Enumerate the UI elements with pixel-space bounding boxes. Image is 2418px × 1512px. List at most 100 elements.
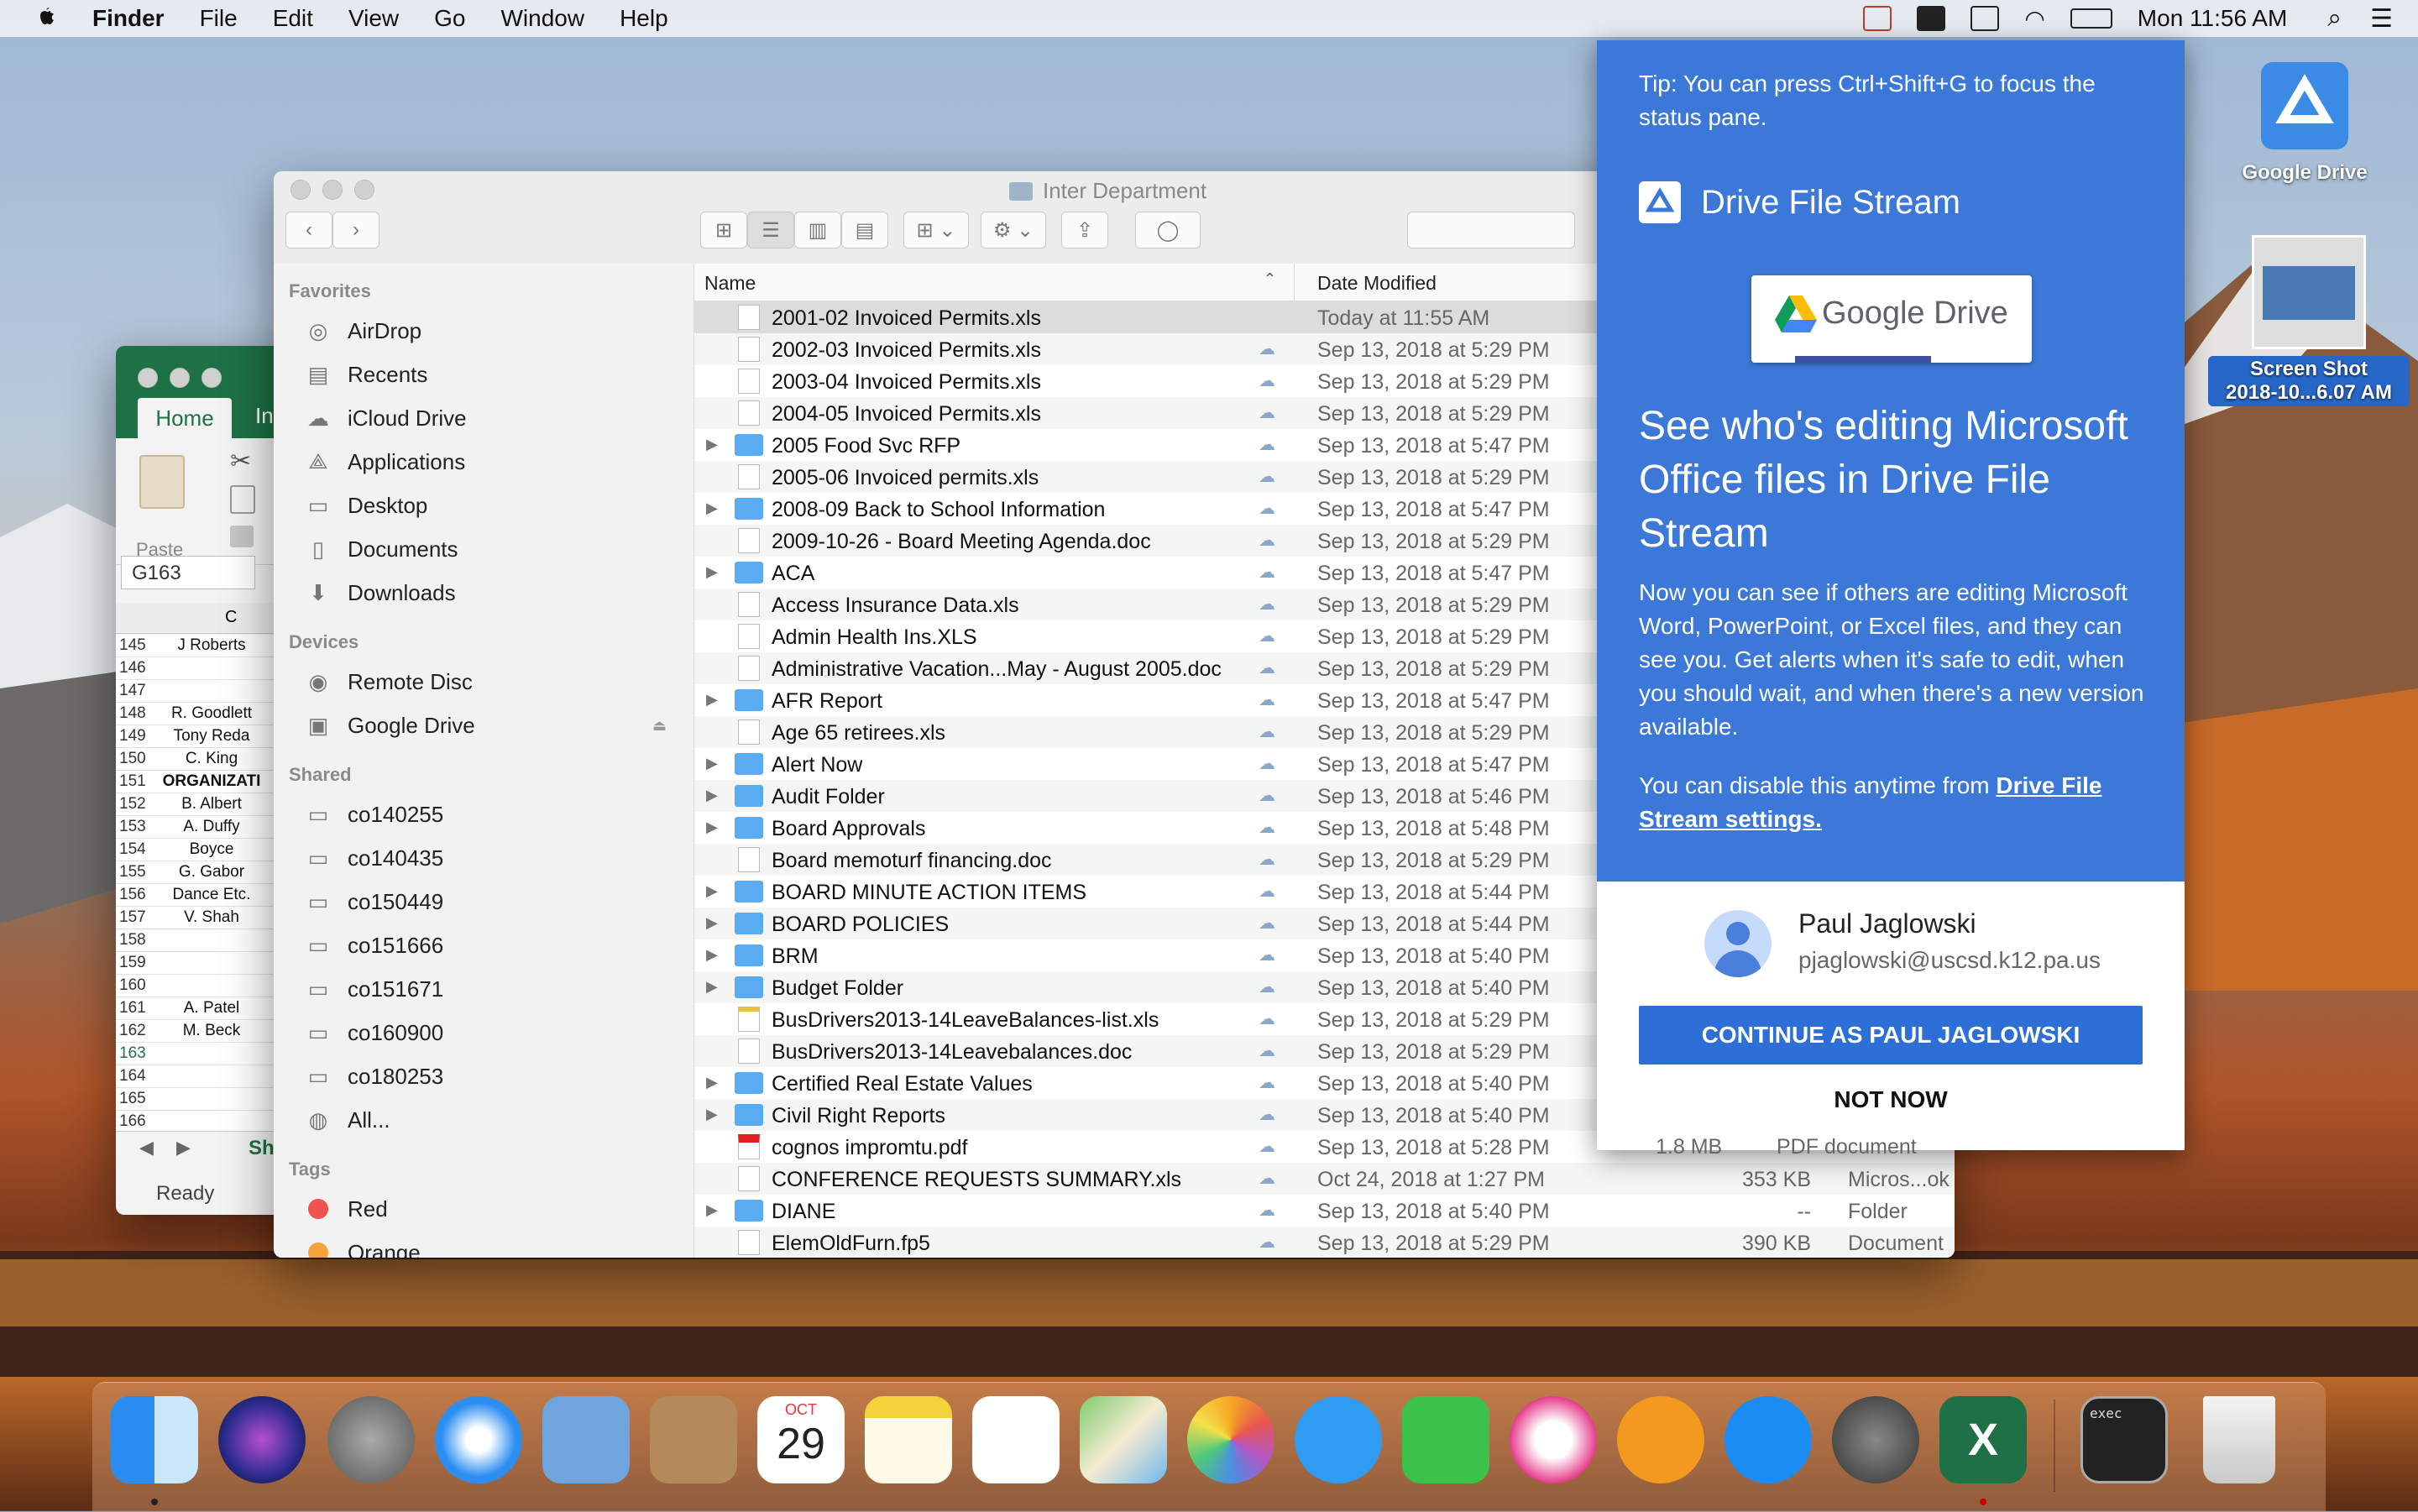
menu-help[interactable]: Help — [620, 5, 668, 32]
zoom-button[interactable] — [354, 180, 374, 200]
row-number[interactable]: 145 — [119, 636, 153, 655]
sheet-prev-icon[interactable]: ◀ — [139, 1137, 154, 1159]
sidebar-item-google-drive[interactable]: ▣ Google Drive ⏏ — [274, 704, 693, 747]
row-number[interactable]: 150 — [119, 750, 153, 768]
cell-value[interactable]: C. King — [153, 750, 270, 768]
tab-home[interactable]: Home — [138, 398, 232, 438]
ibooks-icon[interactable] — [1617, 1396, 1704, 1483]
file-row[interactable]: ElemOldFurn.fp5 ☁ Sep 13, 2018 at 5:29 PM 3… — [694, 1227, 1955, 1258]
row-number[interactable]: 159 — [119, 954, 153, 972]
notification-center-icon[interactable]: ☰ — [2370, 4, 2393, 34]
row-number[interactable]: 160 — [119, 976, 153, 995]
trash-icon[interactable] — [2203, 1396, 2275, 1483]
row-number[interactable]: 162 — [119, 1022, 153, 1040]
sidebar-item-co140255[interactable]: ▭ co140255 — [274, 793, 693, 836]
row-number[interactable]: 154 — [119, 840, 153, 859]
share-button[interactable]: ⇪ — [1061, 212, 1108, 249]
sidebar-item-co151666[interactable]: ▭ co151666 — [274, 923, 693, 967]
row-number[interactable]: 148 — [119, 704, 153, 723]
system-preferences-icon[interactable] — [1832, 1396, 1919, 1483]
row-number[interactable]: 158 — [119, 931, 153, 950]
calendar-icon[interactable]: OCT 29 — [757, 1396, 845, 1483]
sheet-next-icon[interactable]: ▶ — [176, 1137, 191, 1159]
row-number[interactable]: 146 — [119, 659, 153, 678]
date-column-header[interactable]: Date Modified — [1317, 272, 1437, 295]
photos-icon[interactable] — [1187, 1396, 1274, 1483]
apple-menu-icon[interactable] — [34, 6, 59, 31]
airplay-icon[interactable] — [1971, 6, 2000, 31]
launchpad-icon[interactable] — [327, 1396, 415, 1483]
row-number[interactable]: 166 — [119, 1112, 153, 1131]
action-gear-button[interactable]: ⚙ ⌄ — [981, 212, 1046, 249]
maps-icon[interactable] — [1080, 1396, 1167, 1483]
continue-button[interactable]: CONTINUE AS PAUL JAGLOWSKI — [1639, 1006, 2143, 1065]
not-now-button[interactable]: NOT NOW — [1639, 1086, 2143, 1113]
close-button[interactable] — [138, 368, 158, 388]
excel-icon[interactable]: X — [1939, 1396, 2027, 1483]
eject-icon[interactable]: ⏏ — [652, 717, 667, 735]
sidebar-item-desktop[interactable]: ▭ Desktop — [274, 484, 693, 527]
cell-value[interactable]: A. Duffy — [153, 818, 270, 836]
menu-edit[interactable]: Edit — [273, 5, 313, 32]
sidebar-item-all[interactable]: ◍ All... — [274, 1098, 693, 1142]
mail-icon[interactable] — [542, 1396, 630, 1483]
menu-clock[interactable]: Mon 11:56 AM — [2138, 5, 2287, 32]
menu-app-name[interactable]: Finder — [92, 5, 165, 32]
siri-icon[interactable] — [218, 1396, 306, 1483]
menu-go[interactable]: Go — [434, 5, 465, 32]
wifi-icon[interactable]: ◠ — [2024, 5, 2044, 33]
format-painter-icon[interactable] — [230, 526, 254, 547]
copy-icon[interactable] — [230, 485, 255, 514]
sidebar-item-airdrop[interactable]: ◎ AirDrop — [274, 309, 693, 353]
sheet-tab[interactable]: Sh — [249, 1137, 275, 1160]
cell-value[interactable]: M. Beck — [153, 1022, 270, 1040]
forward-button[interactable]: › — [332, 212, 379, 249]
disclosure-triangle-icon[interactable]: ▶ — [706, 946, 718, 964]
sidebar-item-recents[interactable]: ▤ Recents — [274, 353, 693, 396]
safari-icon[interactable] — [435, 1396, 522, 1483]
row-number[interactable]: 165 — [119, 1090, 153, 1108]
sidebar-item-co151671[interactable]: ▭ co151671 — [274, 967, 693, 1011]
contacts-icon[interactable] — [650, 1396, 737, 1483]
close-button[interactable] — [290, 180, 311, 200]
name-column-header[interactable]: Name — [704, 272, 756, 295]
row-number[interactable]: 156 — [119, 886, 153, 904]
disclosure-triangle-icon[interactable]: ▶ — [706, 819, 718, 836]
sidebar-tag-red[interactable]: Red — [274, 1187, 693, 1231]
cell-value[interactable]: G. Gabor — [153, 863, 270, 882]
google-drive-icon[interactable] — [1917, 6, 1946, 31]
sidebar-item-remote-disc[interactable]: ◉ Remote Disc — [274, 660, 693, 704]
file-row[interactable]: ▶ DIANE ☁ Sep 13, 2018 at 5:40 PM -- Folder — [694, 1195, 1955, 1227]
sidebar-item-icloud-drive[interactable]: ☁ iCloud Drive — [274, 396, 693, 440]
sidebar-tag-orange[interactable]: Orange — [274, 1231, 693, 1258]
cell-value[interactable]: ORGANIZATI — [153, 772, 270, 791]
gallery-view-button[interactable]: ▤ — [841, 212, 888, 249]
zoom-button[interactable] — [202, 368, 222, 388]
paste-icon[interactable] — [139, 455, 185, 509]
menu-view[interactable]: View — [348, 5, 399, 32]
desktop-screenshot-file[interactable]: Screen Shot 2018-10...6.07 AM — [2208, 235, 2410, 406]
icon-view-button[interactable]: ⊞ — [700, 212, 747, 249]
disclosure-triangle-icon[interactable]: ▶ — [706, 914, 718, 932]
tags-button[interactable]: ◯ — [1135, 212, 1201, 249]
cell-value[interactable]: R. Goodlett — [153, 704, 270, 723]
sidebar-item-co160900[interactable]: ▭ co160900 — [274, 1011, 693, 1054]
disclosure-triangle-icon[interactable]: ▶ — [706, 436, 718, 453]
google-drive-error-icon[interactable] — [1863, 6, 1892, 31]
menu-file[interactable]: File — [200, 5, 238, 32]
cell-value[interactable]: Boyce — [153, 840, 270, 859]
disclosure-triangle-icon[interactable]: ▶ — [706, 1074, 718, 1091]
back-button[interactable]: ‹ — [285, 212, 332, 249]
cell-value[interactable]: Dance Etc. — [153, 886, 270, 904]
sidebar-item-co180253[interactable]: ▭ co180253 — [274, 1054, 693, 1098]
row-number[interactable]: 163 — [119, 1044, 153, 1063]
row-number[interactable]: 152 — [119, 795, 153, 814]
finder-icon[interactable] — [111, 1396, 198, 1483]
minimize-button[interactable] — [322, 180, 343, 200]
list-view-button[interactable]: ☰ — [747, 212, 794, 249]
row-number[interactable]: 157 — [119, 908, 153, 927]
row-number[interactable]: 149 — [119, 727, 153, 746]
cut-icon[interactable]: ✂ — [230, 447, 251, 476]
sidebar-item-downloads[interactable]: ⬇ Downloads — [274, 571, 693, 615]
battery-icon[interactable] — [2070, 8, 2112, 29]
